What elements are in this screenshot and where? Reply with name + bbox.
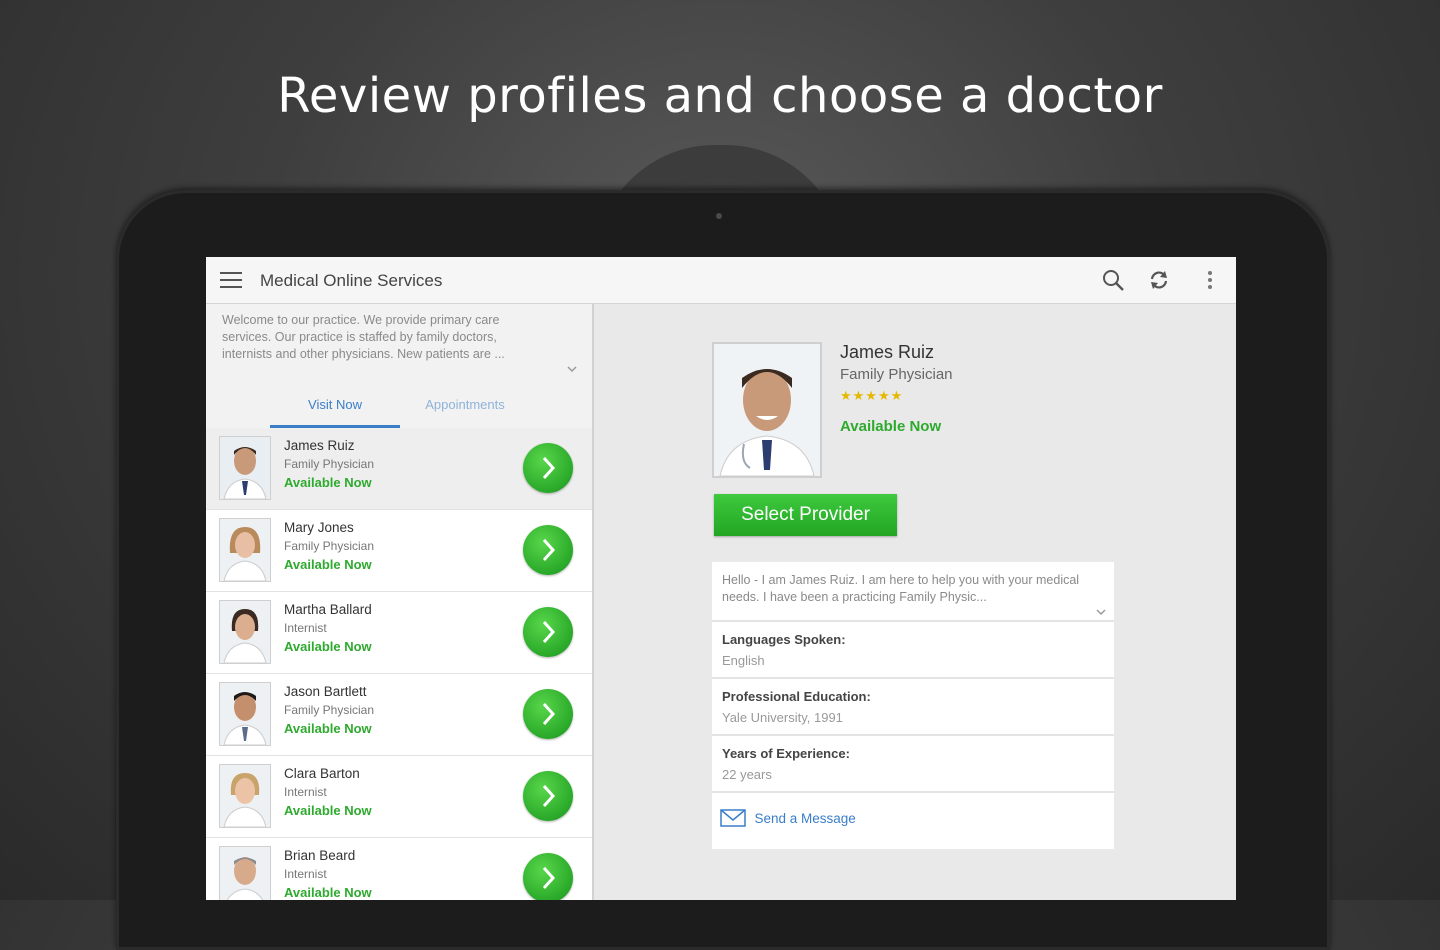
languages-field: Languages Spoken: English bbox=[712, 622, 1114, 679]
app-title: Medical Online Services bbox=[260, 271, 443, 290]
doctor-name: James Ruiz bbox=[284, 438, 355, 453]
mail-icon bbox=[720, 809, 746, 827]
provider-info-card: Hello - I am James Ruiz. I am here to he… bbox=[712, 562, 1114, 849]
availability-status: Available Now bbox=[284, 885, 372, 900]
doctor-avatar bbox=[219, 682, 271, 746]
marketing-headline: Review profiles and choose a doctor bbox=[277, 68, 1163, 124]
field-label: Languages Spoken: bbox=[722, 632, 846, 647]
doctor-profile-photo bbox=[712, 342, 822, 478]
refresh-icon[interactable] bbox=[1146, 267, 1172, 293]
field-value: 22 years bbox=[722, 767, 772, 782]
doctor-name: Martha Ballard bbox=[284, 602, 372, 617]
doctor-list-item[interactable]: Brian Beard Internist Available Now bbox=[206, 838, 592, 900]
doctor-list-item[interactable]: Martha Ballard Internist Available Now bbox=[206, 592, 592, 674]
availability-status: Available Now bbox=[284, 721, 372, 736]
chevron-right-icon[interactable] bbox=[523, 771, 573, 821]
provider-detail-pane: James Ruiz Family Physician ★★★★★ Availa… bbox=[594, 304, 1236, 900]
doctor-avatar bbox=[219, 600, 271, 664]
doctor-list-item[interactable]: Jason Bartlett Family Physician Availabl… bbox=[206, 674, 592, 756]
doctor-specialty: Family Physician bbox=[284, 539, 375, 553]
doctor-avatar bbox=[219, 764, 271, 828]
rating-stars: ★★★★★ bbox=[840, 388, 904, 403]
availability-status: Available Now bbox=[840, 418, 942, 435]
field-value: Yale University, 1991 bbox=[722, 710, 843, 725]
overflow-menu-icon[interactable] bbox=[1197, 267, 1223, 293]
doctor-name: Jason Bartlett bbox=[284, 684, 367, 699]
doctor-name: Mary Jones bbox=[284, 520, 354, 535]
doctor-list: James Ruiz Family Physician Available No… bbox=[206, 428, 592, 900]
chevron-down-icon[interactable] bbox=[1096, 608, 1106, 616]
doctor-specialty: Family Physician bbox=[840, 366, 953, 383]
doctor-avatar bbox=[219, 436, 271, 500]
field-value: English bbox=[722, 653, 765, 668]
doctor-name: James Ruiz bbox=[840, 342, 935, 362]
doctor-list-item[interactable]: James Ruiz Family Physician Available No… bbox=[206, 428, 592, 510]
availability-status: Available Now bbox=[284, 557, 372, 572]
tablet-camera bbox=[716, 213, 722, 219]
doctor-list-item[interactable]: Mary Jones Family Physician Available No… bbox=[206, 510, 592, 592]
doctor-specialty: Internist bbox=[284, 867, 327, 881]
doctor-name: Clara Barton bbox=[284, 766, 360, 781]
welcome-text: Welcome to our practice. We provide prim… bbox=[222, 313, 505, 361]
tab-visit-now[interactable]: Visit Now bbox=[270, 390, 400, 428]
chevron-right-icon[interactable] bbox=[523, 607, 573, 657]
tab-bar: Visit Now Appointments bbox=[270, 390, 530, 428]
provider-bio[interactable]: Hello - I am James Ruiz. I am here to he… bbox=[712, 562, 1114, 622]
send-message-link[interactable]: Send a Message bbox=[712, 793, 1114, 849]
select-provider-button[interactable]: Select Provider bbox=[714, 494, 897, 536]
app-screen: Medical Online Services Welcome to our p… bbox=[206, 257, 1236, 900]
chevron-right-icon[interactable] bbox=[523, 689, 573, 739]
availability-status: Available Now bbox=[284, 639, 372, 654]
experience-field: Years of Experience: 22 years bbox=[712, 736, 1114, 793]
provider-list-pane: Welcome to our practice. We provide prim… bbox=[206, 304, 594, 900]
chevron-down-icon[interactable] bbox=[566, 364, 578, 374]
app-bar: Medical Online Services bbox=[206, 257, 1236, 304]
field-label: Professional Education: bbox=[722, 689, 871, 704]
doctor-specialty: Internist bbox=[284, 785, 327, 799]
doctor-avatar bbox=[219, 518, 271, 582]
search-icon[interactable] bbox=[1100, 267, 1126, 293]
chevron-right-icon[interactable] bbox=[523, 853, 573, 900]
hamburger-menu-icon[interactable] bbox=[220, 272, 242, 288]
availability-status: Available Now bbox=[284, 803, 372, 818]
doctor-specialty: Internist bbox=[284, 621, 327, 635]
send-message-label: Send a Message bbox=[754, 810, 856, 826]
field-label: Years of Experience: bbox=[722, 746, 850, 761]
education-field: Professional Education: Yale University,… bbox=[712, 679, 1114, 736]
chevron-right-icon[interactable] bbox=[523, 443, 573, 493]
doctor-name: Brian Beard bbox=[284, 848, 356, 863]
doctor-specialty: Family Physician bbox=[284, 703, 375, 717]
doctor-list-item[interactable]: Clara Barton Internist Available Now bbox=[206, 756, 592, 838]
availability-status: Available Now bbox=[284, 475, 372, 490]
tab-appointments[interactable]: Appointments bbox=[400, 390, 530, 428]
chevron-right-icon[interactable] bbox=[523, 525, 573, 575]
doctor-avatar bbox=[219, 846, 271, 900]
bio-text: Hello - I am James Ruiz. I am here to he… bbox=[722, 573, 1080, 604]
doctor-specialty: Family Physician bbox=[284, 457, 375, 471]
